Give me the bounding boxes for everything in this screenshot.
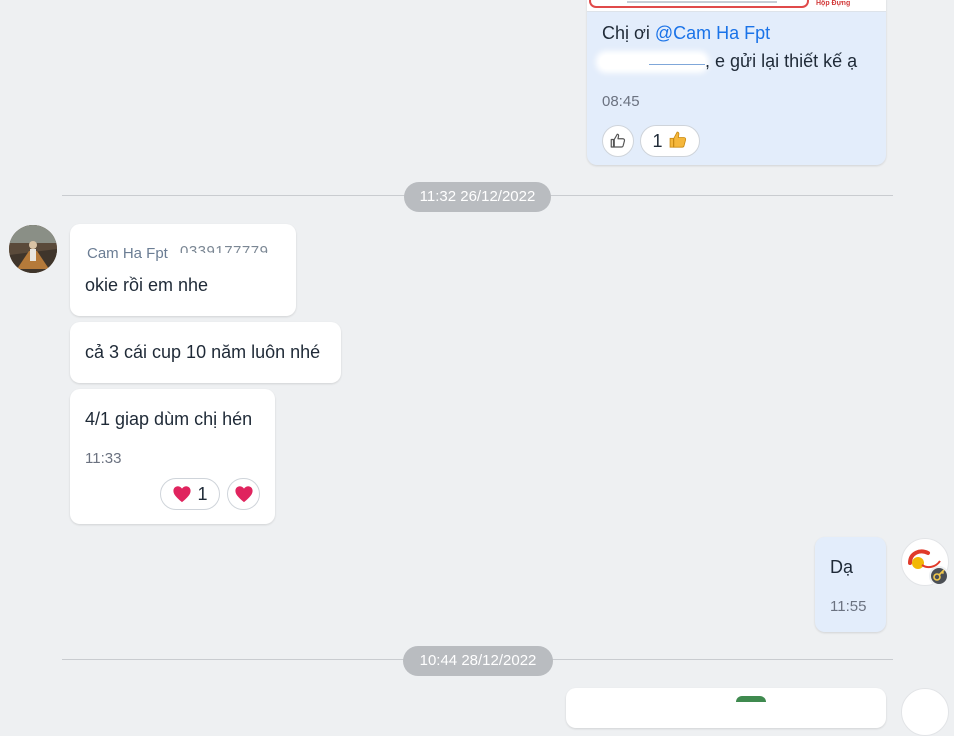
message-bubble-outgoing[interactable]: Dạ 11:55	[815, 537, 886, 632]
avatar-partial	[736, 696, 766, 702]
message-time: 11:33	[85, 450, 122, 467]
add-reaction-button[interactable]	[602, 125, 634, 157]
message-bubble-outgoing-partial[interactable]	[566, 688, 886, 728]
message-bubble-incoming[interactable]: 4/1 giap dùm chị hén 11:33 1	[70, 389, 275, 524]
redacted-phone-remnant	[649, 64, 705, 65]
message-bubble-outgoing[interactable]: Hộp Đựng Chị ơi @Cam Ha Fpt , e gửi lại …	[587, 0, 886, 165]
message-bubble-incoming[interactable]: cả 3 cái cup 10 năm luôn nhé	[70, 322, 341, 383]
message-text: Dạ	[830, 557, 854, 577]
date-divider: 11:32 26/12/2022	[404, 182, 551, 212]
sender-phone-redacted: 0339177779	[180, 243, 269, 253]
sender-name[interactable]: Cam Ha Fpt	[87, 245, 168, 262]
add-reaction-button[interactable]	[227, 478, 260, 510]
key-badge-icon	[929, 566, 949, 586]
thumbs-up-emoji-icon	[668, 131, 688, 151]
date-divider: 10:44 28/12/2022	[403, 646, 553, 676]
image-attachment-preview[interactable]: Hộp Đựng	[587, 0, 886, 12]
reaction-thumbs-up[interactable]: 1	[640, 125, 700, 157]
message-bubble-incoming[interactable]: Cam Ha Fpt 0339177779 okie rồi em nhe	[70, 224, 296, 316]
reaction-heart[interactable]: 1	[160, 478, 220, 510]
message-text: okie rồi em nhe	[85, 275, 209, 295]
message-text: Chị ơi @Cam Ha Fpt	[602, 23, 771, 43]
thumbs-up-outline-icon	[609, 133, 627, 154]
own-avatar-partial[interactable]	[901, 688, 949, 736]
sender-avatar[interactable]	[9, 225, 57, 273]
message-text: 4/1 giap dùm chị hén	[85, 409, 253, 429]
heart-emoji-icon	[172, 484, 197, 504]
image-caption: Hộp Đựng	[816, 0, 851, 7]
user-mention[interactable]: @Cam Ha Fpt	[655, 23, 770, 43]
message-time: 11:55	[830, 598, 867, 615]
heart-emoji-icon	[234, 486, 254, 507]
message-text-continued: , e gửi lại thiết kế ạ	[705, 51, 858, 71]
message-time: 08:45	[602, 93, 640, 110]
message-text: cả 3 cái cup 10 năm luôn nhé	[85, 342, 321, 362]
redacted-phone	[600, 55, 705, 69]
